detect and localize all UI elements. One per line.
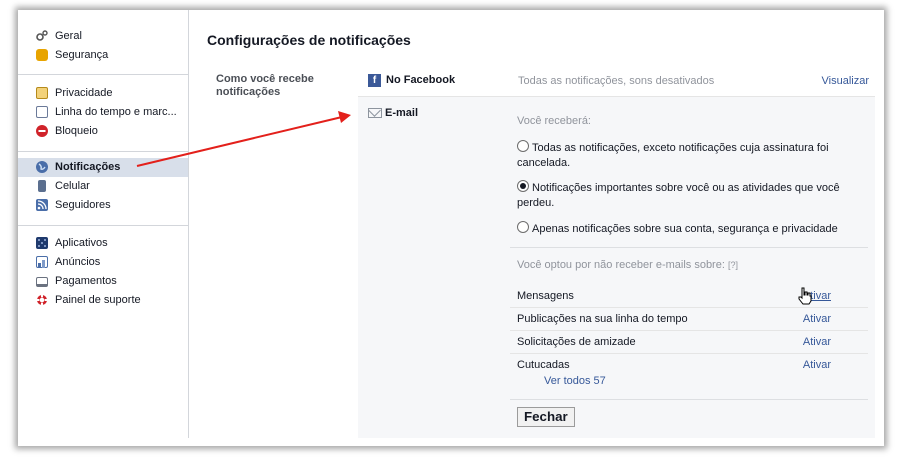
email-label: E-mail bbox=[385, 107, 419, 119]
radio-option-label: Todas as notificações, exceto notificaçõ… bbox=[517, 142, 829, 169]
radio-option-label: Notificações importantes sobre você ou a… bbox=[517, 182, 840, 209]
globe-icon bbox=[36, 161, 48, 173]
sidebar-group-general: Geral Segurança bbox=[18, 27, 188, 65]
optout-label: Você optou por não receber e-mails sobre… bbox=[517, 259, 725, 271]
close-button[interactable]: Fechar bbox=[517, 407, 575, 427]
phone-icon bbox=[38, 180, 46, 192]
envelope-icon bbox=[368, 108, 382, 118]
sidebar-item-label: Segurança bbox=[55, 49, 109, 61]
radio-button[interactable] bbox=[517, 221, 529, 233]
sidebar-item-notificacoes[interactable]: Notificações bbox=[18, 158, 188, 177]
sidebar-group-notifications: Notificações Celular Seguidores bbox=[18, 158, 188, 215]
sidebar-item-label: Painel de suporte bbox=[55, 294, 141, 306]
timeline-icon bbox=[36, 106, 48, 118]
hand-cursor-icon bbox=[798, 287, 812, 305]
sidebar-item-geral[interactable]: Geral bbox=[18, 27, 188, 46]
lock-icon bbox=[36, 87, 48, 99]
optout-item-name: Solicitações de amizade bbox=[517, 336, 636, 348]
radio-button[interactable] bbox=[517, 140, 529, 152]
sidebar-divider bbox=[18, 151, 188, 152]
sidebar-item-label: Notificações bbox=[55, 161, 121, 173]
settings-window: Geral Segurança Privacidade Linha do tem… bbox=[18, 10, 884, 446]
sidebar-item-linha-do-tempo[interactable]: Linha do tempo e marc... bbox=[18, 103, 188, 122]
sidebar-item-celular[interactable]: Celular bbox=[18, 177, 188, 196]
facebook-label: No Facebook bbox=[386, 74, 456, 86]
sidebar-divider bbox=[18, 225, 188, 226]
badge-icon bbox=[36, 49, 48, 61]
lifebuoy-icon bbox=[36, 294, 48, 306]
optout-heading: Você optou por não receber e-mails sobre… bbox=[517, 259, 738, 271]
page-title: Configurações de notificações bbox=[207, 32, 411, 48]
sidebar-item-label: Anúncios bbox=[55, 256, 101, 268]
sidebar-item-bloqueio[interactable]: Bloqueio bbox=[18, 122, 188, 141]
sidebar-item-seguidores[interactable]: Seguidores bbox=[18, 196, 188, 215]
section-divider bbox=[510, 399, 868, 400]
how-you-receive-label: Como você recebe notificações bbox=[216, 73, 314, 98]
sidebar-item-pagamentos[interactable]: Pagamentos bbox=[18, 272, 188, 291]
optout-row-publicacoes: Publicações na sua linha do tempo Ativar bbox=[517, 308, 861, 330]
section-divider bbox=[510, 247, 868, 248]
settings-sidebar: Geral Segurança Privacidade Linha do tem… bbox=[18, 10, 189, 438]
sidebar-item-label: Seguidores bbox=[55, 199, 111, 211]
view-link[interactable]: Visualizar bbox=[822, 75, 870, 87]
sidebar-group-apps: Aplicativos Anúncios Pagamentos Painel d… bbox=[18, 234, 188, 310]
sidebar-item-anuncios[interactable]: Anúncios bbox=[18, 253, 188, 272]
activate-link[interactable]: Ativar bbox=[803, 331, 831, 353]
sidebar-item-label: Bloqueio bbox=[55, 125, 98, 137]
sidebar-group-privacy: Privacidade Linha do tempo e marc... Blo… bbox=[18, 84, 188, 141]
settings-main: Configurações de notificações Como você … bbox=[189, 10, 884, 446]
block-icon bbox=[36, 125, 48, 137]
sidebar-item-label: Privacidade bbox=[55, 87, 113, 99]
facebook-notifications-row[interactable]: f No Facebook Todas as notificações, son… bbox=[358, 68, 875, 97]
rss-icon bbox=[36, 199, 48, 211]
sidebar-divider bbox=[18, 74, 188, 75]
email-settings-panel: E-mail Você receberá: Todas as notificaç… bbox=[358, 97, 875, 438]
see-all-link[interactable]: Ver todos 57 bbox=[544, 375, 606, 387]
facebook-summary: Todas as notificações, sons desativados bbox=[518, 75, 715, 87]
facebook-icon: f bbox=[368, 74, 381, 87]
help-link[interactable]: [?] bbox=[728, 260, 738, 270]
sidebar-item-label: Celular bbox=[55, 180, 90, 192]
sidebar-item-seguranca[interactable]: Segurança bbox=[18, 46, 188, 65]
activate-link[interactable]: Ativar bbox=[803, 354, 831, 376]
optout-item-name: Cutucadas bbox=[517, 359, 570, 371]
sidebar-item-label: Geral bbox=[55, 30, 82, 42]
radio-button-checked[interactable] bbox=[517, 180, 529, 192]
you-will-receive-label: Você receberá: bbox=[517, 115, 591, 127]
sidebar-item-aplicativos[interactable]: Aplicativos bbox=[18, 234, 188, 253]
optout-item-name: Publicações na sua linha do tempo bbox=[517, 313, 688, 325]
radio-option-label: Apenas notificações sobre sua conta, seg… bbox=[532, 223, 838, 235]
sidebar-item-label: Aplicativos bbox=[55, 237, 108, 249]
apps-icon bbox=[36, 237, 48, 249]
optout-row-solicitacoes: Solicitações de amizade Ativar bbox=[517, 331, 861, 353]
sidebar-item-privacidade[interactable]: Privacidade bbox=[18, 84, 188, 103]
activate-link[interactable]: Ativar bbox=[803, 308, 831, 330]
sidebar-item-label: Linha do tempo e marc... bbox=[55, 106, 177, 118]
gears-icon bbox=[36, 30, 48, 42]
optout-item-name: Mensagens bbox=[517, 290, 574, 302]
ads-icon bbox=[36, 256, 48, 268]
radio-option-important[interactable]: Notificações importantes sobre você ou a… bbox=[517, 180, 857, 211]
sidebar-item-painel-de-suporte[interactable]: Painel de suporte bbox=[18, 291, 188, 310]
sidebar-item-label: Pagamentos bbox=[55, 275, 117, 287]
radio-option-account-only[interactable]: Apenas notificações sobre sua conta, seg… bbox=[517, 221, 857, 237]
card-icon bbox=[36, 277, 48, 287]
optout-row-cutucadas: Cutucadas Ativar bbox=[517, 354, 861, 376]
radio-option-all[interactable]: Todas as notificações, exceto notificaçõ… bbox=[517, 140, 857, 171]
